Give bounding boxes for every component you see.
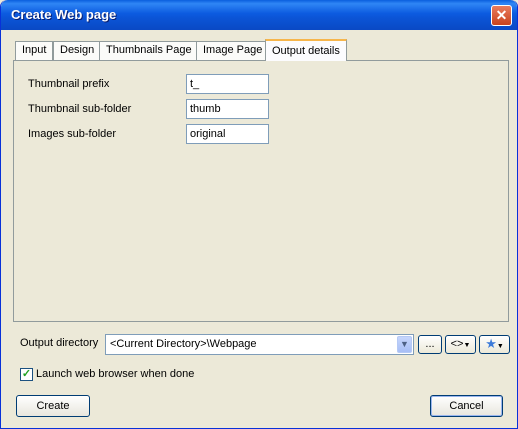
tab-output-details[interactable]: Output details [265,39,347,61]
browse-label: ... [425,338,435,350]
dialog-window: Create Web page ✕ Input Design Thumbnail… [0,0,518,429]
images-subfolder-label: Images sub-folder [28,128,117,140]
star-icon: ★ [485,336,497,351]
launch-browser-label[interactable]: Launch web browser when done [36,368,194,380]
tab-label: Thumbnails Page [106,44,192,56]
tab-label: Design [60,44,95,56]
code-icon: <> [450,338,464,350]
code-menu-button[interactable]: <>▼ [445,335,476,354]
close-icon: ✕ [495,7,508,23]
output-directory-value: <Current Directory>\Webpage [110,338,257,350]
tab-label: Output details [272,45,340,57]
create-button[interactable]: Create [16,395,90,417]
cancel-button[interactable]: Cancel [430,395,503,417]
launch-browser-checkbox[interactable]: ✓ [20,368,33,381]
window-title: Create Web page [11,7,117,22]
cancel-label: Cancel [449,400,484,412]
create-label: Create [36,400,70,412]
tab-panel: Thumbnail prefix t_ Thumbnail sub-folder… [13,60,509,322]
title-bar[interactable]: Create Web page ✕ [1,0,517,30]
tab-label: Input [22,44,47,56]
favorites-button[interactable]: ★▼ [479,335,510,354]
tab-thumbnails-page[interactable]: Thumbnails Page [99,41,199,60]
close-button[interactable]: ✕ [491,5,512,26]
thumbnail-prefix-label: Thumbnail prefix [28,78,110,90]
browse-button[interactable]: ... [418,335,442,354]
tab-image-page[interactable]: Image Page [196,41,270,60]
images-subfolder-input[interactable]: original [186,124,269,144]
thumbnail-prefix-input[interactable]: t_ [186,74,269,94]
output-directory-combo[interactable]: <Current Directory>\Webpage ▼ [105,334,414,355]
thumbnail-subfolder-label: Thumbnail sub-folder [28,103,132,115]
chevron-down-icon: ▼ [496,343,504,350]
chevron-down-icon: ▼ [463,342,471,349]
tab-design[interactable]: Design [53,41,102,60]
output-directory-label: Output directory [20,337,99,349]
chevron-down-icon[interactable]: ▼ [397,336,412,353]
checkmark-icon: ✓ [21,368,32,380]
tab-input[interactable]: Input [15,41,54,60]
thumbnail-subfolder-input[interactable]: thumb [186,99,269,119]
tab-label: Image Page [203,44,263,56]
